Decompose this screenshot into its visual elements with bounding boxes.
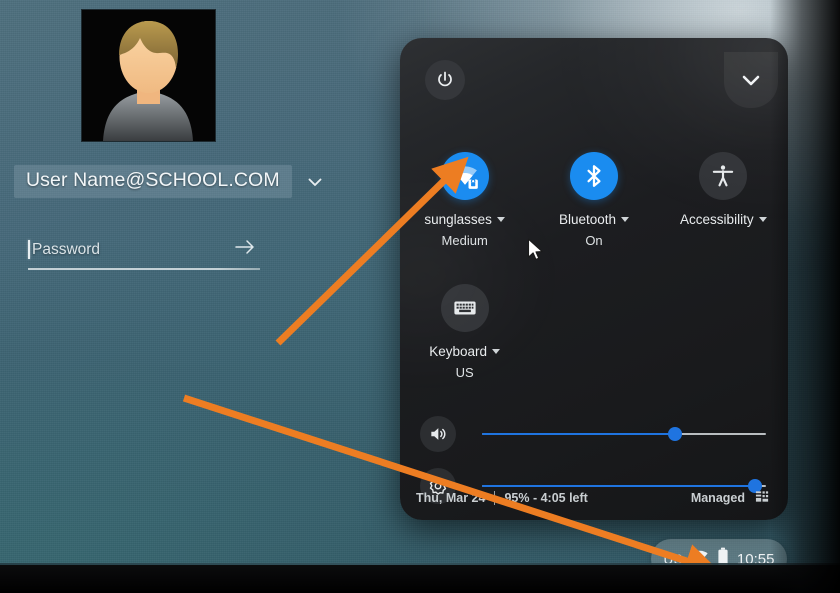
keyboard-icon[interactable]: [440, 284, 489, 332]
username-label[interactable]: User Name@SCHOOL.COM: [14, 165, 292, 198]
pod-bluetooth[interactable]: Bluetooth On: [529, 152, 658, 248]
default-user-avatar-icon: [82, 10, 215, 141]
password-underline: [28, 268, 260, 270]
pod-network[interactable]: sunglasses Medium: [400, 152, 529, 248]
password-input[interactable]: Password: [32, 240, 234, 259]
pod-keyboard-sub: US: [455, 365, 474, 380]
feature-pod-grid: sunglasses Medium Bluetooth On Accessibi…: [400, 152, 788, 380]
feature-pod-row-2: Keyboard US: [400, 284, 788, 380]
bluetooth-icon[interactable]: [569, 152, 618, 200]
pod-accessibility-label: Accessibility: [680, 212, 767, 227]
pod-network-label: sunglasses: [424, 212, 505, 227]
mouse-cursor: [527, 238, 545, 262]
volume-icon[interactable]: [420, 416, 456, 452]
pod-accessibility[interactable]: Accessibility: [659, 152, 788, 248]
date-label: Thu, Mar 24: [416, 491, 486, 505]
chevron-down-icon[interactable]: [492, 349, 501, 354]
chevron-down-icon[interactable]: [758, 217, 767, 222]
password-form[interactable]: Password: [28, 234, 260, 270]
footer-divider: [494, 491, 496, 505]
managed-indicator[interactable]: Managed: [691, 489, 770, 507]
pod-keyboard[interactable]: Keyboard US: [400, 284, 529, 380]
chevron-down-icon[interactable]: [304, 171, 326, 193]
system-tray-panel: sunglasses Medium Bluetooth On Accessibi…: [400, 38, 788, 520]
pod-keyboard-label: Keyboard: [429, 344, 501, 359]
text-caret: [28, 239, 30, 259]
feature-pod-row-1: sunglasses Medium Bluetooth On Accessibi…: [400, 152, 788, 248]
pod-network-sub: Medium: [441, 233, 488, 248]
enterprise-icon: [755, 489, 770, 507]
power-button[interactable]: [425, 60, 465, 100]
laptop-right-bezel: [770, 0, 840, 593]
pod-empty-1: [529, 284, 658, 380]
laptop-bottom-bezel: [0, 565, 840, 593]
battery-status-label: 95% - 4:05 left: [504, 491, 588, 505]
pod-network-title: sunglasses: [424, 212, 492, 227]
volume-slider[interactable]: [482, 425, 766, 443]
arrow-right-icon[interactable]: [234, 239, 260, 259]
tray-footer: Thu, Mar 24 95% - 4:05 left Managed: [400, 476, 788, 520]
pod-empty-2: [659, 284, 788, 380]
pod-accessibility-title: Accessibility: [680, 212, 754, 227]
chevron-down-icon[interactable]: [496, 217, 505, 222]
pod-bluetooth-sub: On: [585, 233, 603, 248]
power-icon: [438, 71, 452, 87]
managed-label: Managed: [690, 491, 745, 505]
pod-keyboard-title: Keyboard: [429, 344, 488, 359]
avatar[interactable]: [81, 9, 216, 142]
pod-bluetooth-label: Bluetooth: [558, 212, 630, 227]
volume-slider-row[interactable]: [400, 408, 788, 460]
accessibility-icon[interactable]: [699, 152, 748, 200]
user-selector[interactable]: User Name@SCHOOL.COM: [14, 165, 326, 198]
wifi-locked-icon[interactable]: [440, 152, 489, 200]
chevron-down-icon[interactable]: [621, 217, 630, 222]
chromebook-login-screen-photo: User Name@SCHOOL.COM Password sunglasses…: [0, 0, 840, 593]
chevron-down-icon: [742, 75, 760, 86]
pod-bluetooth-title: Bluetooth: [558, 212, 617, 227]
